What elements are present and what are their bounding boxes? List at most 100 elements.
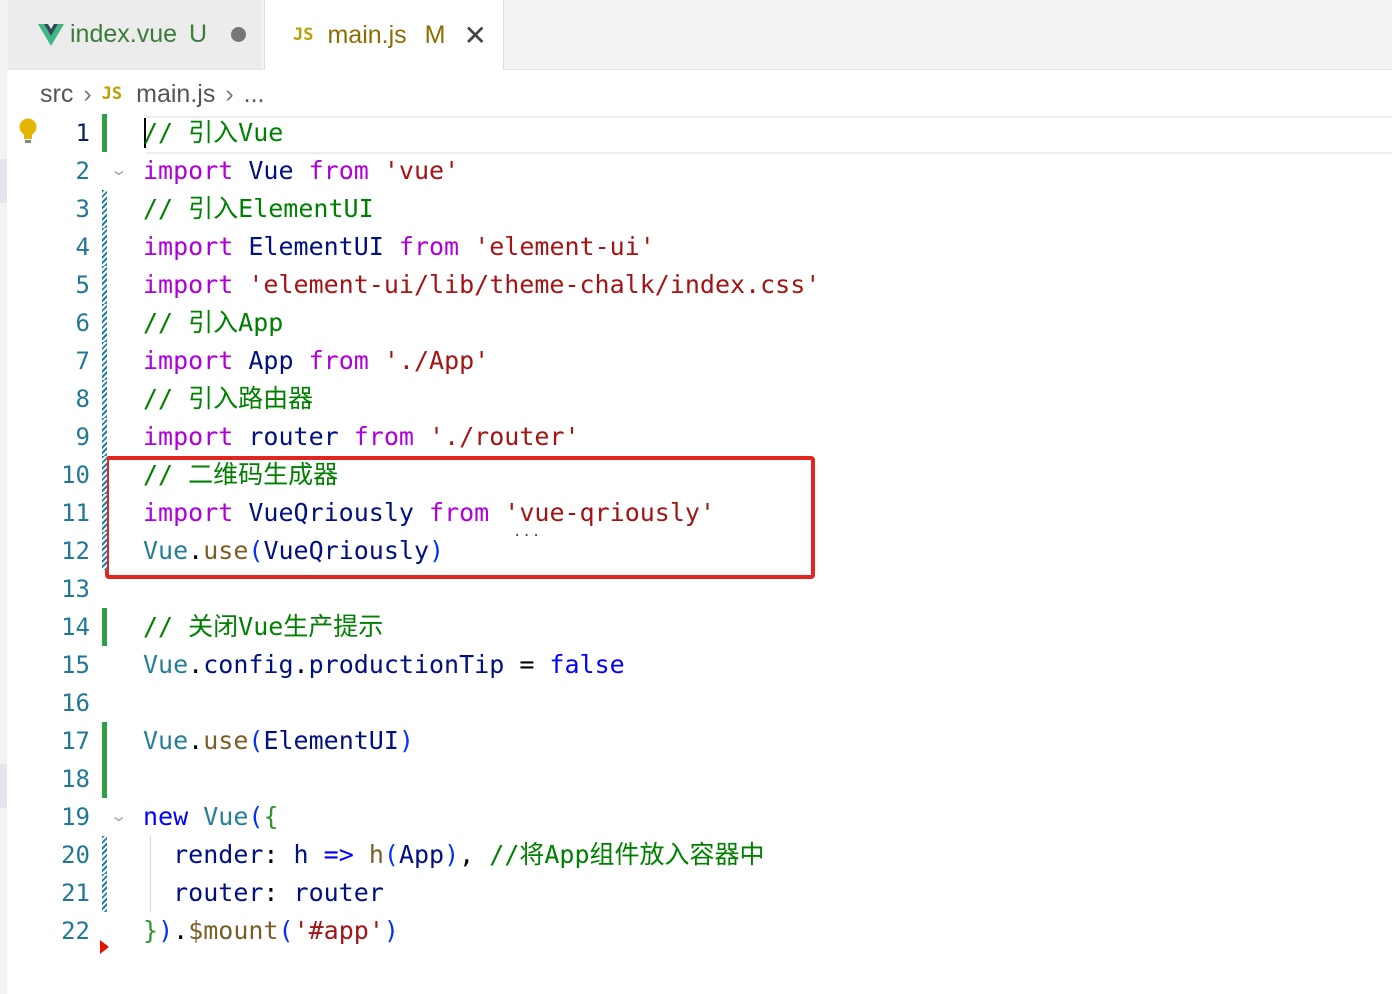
line-number: 19: [61, 803, 90, 831]
code-token: $mount: [188, 916, 279, 945]
line-number: 15: [61, 651, 90, 679]
tab-index-vue[interactable]: index.vue U: [8, 0, 262, 69]
modified-line-marker[interactable]: [102, 304, 107, 342]
code-token: ,: [459, 840, 490, 869]
close-icon[interactable]: ✕: [464, 19, 487, 52]
line-number: 9: [75, 423, 90, 451]
code-token: App: [398, 840, 445, 869]
code-token: false: [549, 650, 625, 679]
code-line[interactable]: 5 import 'element-ui/lib/theme-chalk/inde…: [8, 266, 1392, 304]
code-line[interactable]: 19 ⌄ new Vue({: [8, 798, 1392, 836]
js-icon: JS: [101, 84, 123, 104]
code-line[interactable]: 9 import router from './router': [8, 418, 1392, 456]
code-token: // 关闭Vue生产提示: [143, 612, 384, 641]
line-number: 13: [61, 575, 90, 603]
modified-line-marker[interactable]: [102, 342, 107, 380]
code-text: import Vue from 'vue': [143, 152, 459, 190]
code-token: ): [444, 840, 460, 869]
code-token: ): [429, 536, 445, 565]
modified-line-marker[interactable]: [102, 228, 107, 266]
code-token: from: [308, 346, 369, 375]
code-line[interactable]: 18: [8, 760, 1392, 798]
code-line[interactable]: 13: [8, 570, 1392, 608]
code-token: (: [248, 536, 264, 565]
code-line[interactable]: 20 render: h => h(App), //将App组件放入容器中: [8, 836, 1392, 874]
code-line[interactable]: 17 Vue.use(ElementUI): [8, 722, 1392, 760]
chevron-right-icon: ›: [225, 79, 234, 108]
tab-main-js[interactable]: JS main.js M ✕: [264, 0, 504, 70]
code-text: // 引入App: [143, 304, 283, 342]
breadcrumb-folder[interactable]: src: [40, 80, 73, 109]
code-token: =: [504, 650, 550, 679]
code-token: import: [143, 232, 234, 261]
modified-line-marker[interactable]: [102, 456, 107, 494]
code-token: 'element-ui/lib/theme-chalk/index.css': [248, 270, 821, 299]
breadcrumb-symbols[interactable]: ...: [244, 80, 265, 109]
modified-line-marker[interactable]: [102, 190, 107, 228]
code-token: Vue: [143, 536, 189, 565]
code-token: from: [308, 156, 369, 185]
code-line[interactable]: 1 // 引入Vue: [8, 114, 1392, 152]
code-line[interactable]: 12 Vue.use(VueQriously): [8, 532, 1392, 570]
modified-line-marker[interactable]: [102, 494, 107, 532]
code-token: Vue: [203, 802, 249, 831]
added-line-marker[interactable]: [102, 608, 107, 646]
modified-line-marker[interactable]: [102, 836, 107, 874]
code-text: import ElementUI from 'element-ui': [143, 228, 655, 266]
fold-chevron-icon[interactable]: ⌄: [109, 806, 128, 826]
modified-line-marker[interactable]: [102, 874, 107, 912]
code-line[interactable]: 14 // 关闭Vue生产提示: [8, 608, 1392, 646]
code-text: }).$mount('#app'): [143, 912, 399, 950]
code-token: .: [188, 726, 204, 755]
modified-line-marker[interactable]: [102, 418, 107, 456]
code-token: VueQriously: [263, 536, 430, 565]
code-token: h: [368, 840, 384, 869]
modified-line-marker[interactable]: [102, 266, 107, 304]
added-line-marker[interactable]: [102, 722, 107, 760]
code-token: import: [143, 156, 234, 185]
line-number: 20: [61, 841, 90, 869]
added-line-marker[interactable]: [102, 760, 107, 798]
code-line[interactable]: 4 import ElementUI from 'element-ui': [8, 228, 1392, 266]
code-line[interactable]: 2 ⌄ import Vue from 'vue': [8, 152, 1392, 190]
code-line[interactable]: 15 Vue.config.productionTip = false: [8, 646, 1392, 684]
code-token: //将App组件放入容器中: [489, 840, 765, 869]
fold-chevron-icon[interactable]: ⌄: [109, 160, 128, 180]
code-token: router: [293, 878, 384, 907]
line-number: 4: [75, 233, 90, 261]
code-text: // 引入Vue: [143, 114, 283, 152]
code-token: .: [173, 916, 189, 945]
tab-label: index.vue: [70, 20, 178, 48]
code-token: Vue: [143, 726, 189, 755]
code-line[interactable]: 11 import VueQriously from 'vue-qriously': [8, 494, 1392, 532]
line-number: 5: [75, 271, 90, 299]
code-line[interactable]: 22}).$mount('#app'): [8, 912, 1392, 950]
modified-line-marker[interactable]: [102, 532, 107, 570]
code-line[interactable]: 3 // 引入ElementUI: [8, 190, 1392, 228]
code-line[interactable]: 21 router: router: [8, 874, 1392, 912]
activity-strip: [0, 69, 7, 994]
code-line[interactable]: 7 import App from './App': [8, 342, 1392, 380]
js-icon: JS: [293, 25, 314, 45]
code-editor[interactable]: ... 1 // 引入Vue 2 ⌄ import Vue from 'vue' 3 // …: [8, 114, 1392, 994]
modified-line-marker[interactable]: [102, 380, 107, 418]
line-number: 14: [61, 613, 90, 641]
breadcrumb-file[interactable]: main.js: [136, 80, 215, 109]
added-line-marker[interactable]: [102, 114, 107, 152]
line-number: 6: [75, 309, 90, 337]
code-line[interactable]: 6 // 引入App: [8, 304, 1392, 342]
code-token: productionTip: [308, 650, 505, 679]
code-line[interactable]: 8 // 引入路由器: [8, 380, 1392, 418]
unsaved-dot-icon[interactable]: [231, 27, 247, 42]
code-token: 'vue-qriously': [504, 498, 716, 527]
line-number: 11: [61, 499, 90, 527]
code-token: router: [173, 878, 264, 907]
code-token: (: [383, 840, 399, 869]
code-line[interactable]: 16: [8, 684, 1392, 722]
code-line[interactable]: 10 // 二维码生成器: [8, 456, 1392, 494]
code-token: .: [293, 650, 309, 679]
